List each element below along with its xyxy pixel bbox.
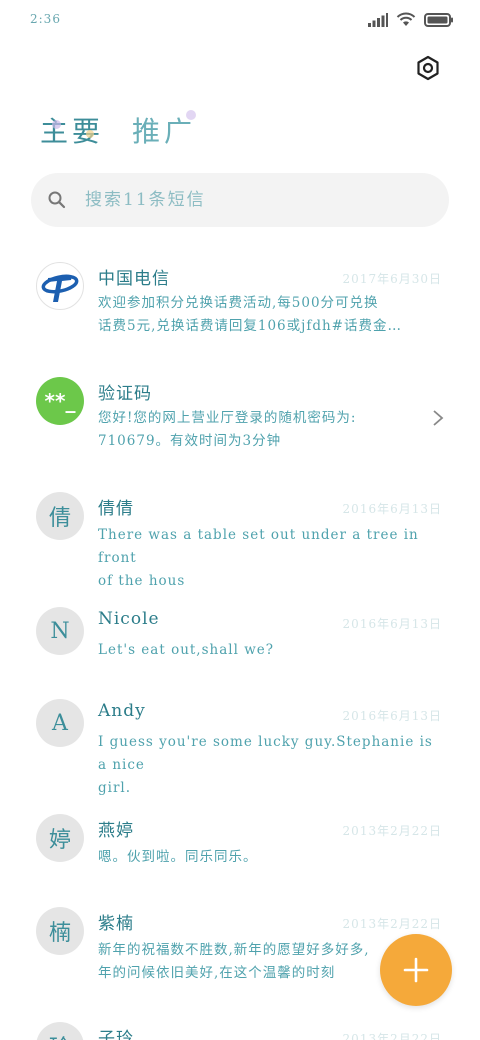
chevron-right-icon[interactable] xyxy=(432,409,444,427)
contact-name: Andy xyxy=(98,701,146,721)
tab-decoration xyxy=(52,120,61,129)
list-item[interactable]: N Nicole 2016年6月13日 Let's eat out,shall … xyxy=(0,595,480,675)
contact-name: 紫楠 xyxy=(98,914,134,934)
message-date: 2016年6月13日 xyxy=(342,502,442,516)
contact-name: 中国电信 xyxy=(98,269,170,289)
preview-line: 710679。有效时间为3分钟 xyxy=(98,433,282,449)
contact-name: 燕婷 xyxy=(98,821,134,841)
tab-main[interactable]: 主要 xyxy=(40,110,104,150)
avatar: A xyxy=(36,699,84,747)
list-item[interactable]: 婷 燕婷 2013年2月22日 嗯。伙到啦。同乐同乐。 xyxy=(0,802,480,882)
preview-line: 欢迎参加积分兑换话费活动,每500分可兑换 xyxy=(98,295,379,311)
message-preview: 欢迎参加积分兑换话费活动,每500分可兑换 话费5元,兑换话费请回复106或jf… xyxy=(98,292,438,338)
preview-line: girl. xyxy=(98,780,132,796)
avatar xyxy=(36,262,84,310)
list-item[interactable]: A Andy 2016年6月13日 I guess you're some lu… xyxy=(0,687,480,796)
message-date: 2013年2月22日 xyxy=(342,1032,442,1040)
message-date: 2013年2月22日 xyxy=(342,824,442,838)
list-item[interactable]: 倩 倩倩 2016年6月13日 There was a table set ou… xyxy=(0,480,480,589)
tab-decoration xyxy=(86,130,94,138)
tab-main-label: 主要 xyxy=(40,115,105,148)
preview-line: There was a table set out under a tree i… xyxy=(98,527,419,566)
preview-line: 嗯。伙到啦。同乐同乐。 xyxy=(98,849,258,865)
avatar: 倩 xyxy=(36,492,84,540)
avatar: **_ xyxy=(36,377,84,425)
tab-bar: 主要 推广 xyxy=(40,110,197,150)
message-date: 2016年6月13日 xyxy=(342,709,442,723)
list-item[interactable]: 玲 子玲 2013年2月22日 xyxy=(0,1010,480,1040)
preview-line: 您好!您的网上营业厅登录的随机密码为: xyxy=(98,410,357,426)
status-icons xyxy=(368,12,454,27)
avatar: 玲 xyxy=(36,1022,84,1040)
tab-promotion-label: 推广 xyxy=(132,115,197,148)
contact-name: Nicole xyxy=(98,609,160,629)
avatar: N xyxy=(36,607,84,655)
list-item[interactable]: **_ 验证码 您好!您的网上营业厅登录的随机密码为: 710679。有效时间为… xyxy=(0,365,480,465)
message-preview: 嗯。伙到啦。同乐同乐。 xyxy=(98,846,438,869)
list-item[interactable]: 中国电信 2017年6月30日 欢迎参加积分兑换话费活动,每500分可兑换 话费… xyxy=(0,250,480,350)
avatar: 婷 xyxy=(36,814,84,862)
preview-line: 话费5元,兑换话费请回复106或jfdh#话费金… xyxy=(98,318,402,334)
message-date: 2016年6月13日 xyxy=(342,617,442,631)
search-bar[interactable] xyxy=(31,173,449,227)
china-telecom-logo-icon xyxy=(41,274,79,302)
status-bar: 2:36 xyxy=(0,0,480,40)
settings-button[interactable] xyxy=(414,54,442,82)
tab-promotion[interactable]: 推广 xyxy=(132,110,197,150)
preview-line: of the hous xyxy=(98,573,186,589)
message-preview: I guess you're some lucky guy.Stephanie … xyxy=(98,731,438,800)
message-date: 2017年6月30日 xyxy=(342,272,442,286)
search-icon xyxy=(48,191,66,209)
signal-icon xyxy=(368,12,388,27)
contact-name: 验证码 xyxy=(98,384,152,404)
message-preview: There was a table set out under a tree i… xyxy=(98,524,438,593)
preview-line: Let's eat out,shall we? xyxy=(98,642,274,658)
compose-button[interactable] xyxy=(380,934,452,1006)
plus-icon xyxy=(403,957,429,983)
message-date: 2013年2月22日 xyxy=(342,917,442,931)
status-time: 2:36 xyxy=(30,12,61,26)
preview-line: I guess you're some lucky guy.Stephanie … xyxy=(98,734,433,773)
gear-icon xyxy=(417,55,439,81)
battery-icon xyxy=(424,12,453,27)
contact-name: 子玲 xyxy=(98,1029,134,1040)
message-preview: Let's eat out,shall we? xyxy=(98,639,438,662)
message-preview: 您好!您的网上营业厅登录的随机密码为: 710679。有效时间为3分钟 xyxy=(98,407,438,453)
search-input[interactable] xyxy=(85,190,405,210)
avatar: 楠 xyxy=(36,907,84,955)
tab-decoration xyxy=(186,110,197,120)
wifi-icon xyxy=(396,12,416,26)
contact-name: 倩倩 xyxy=(98,499,134,519)
